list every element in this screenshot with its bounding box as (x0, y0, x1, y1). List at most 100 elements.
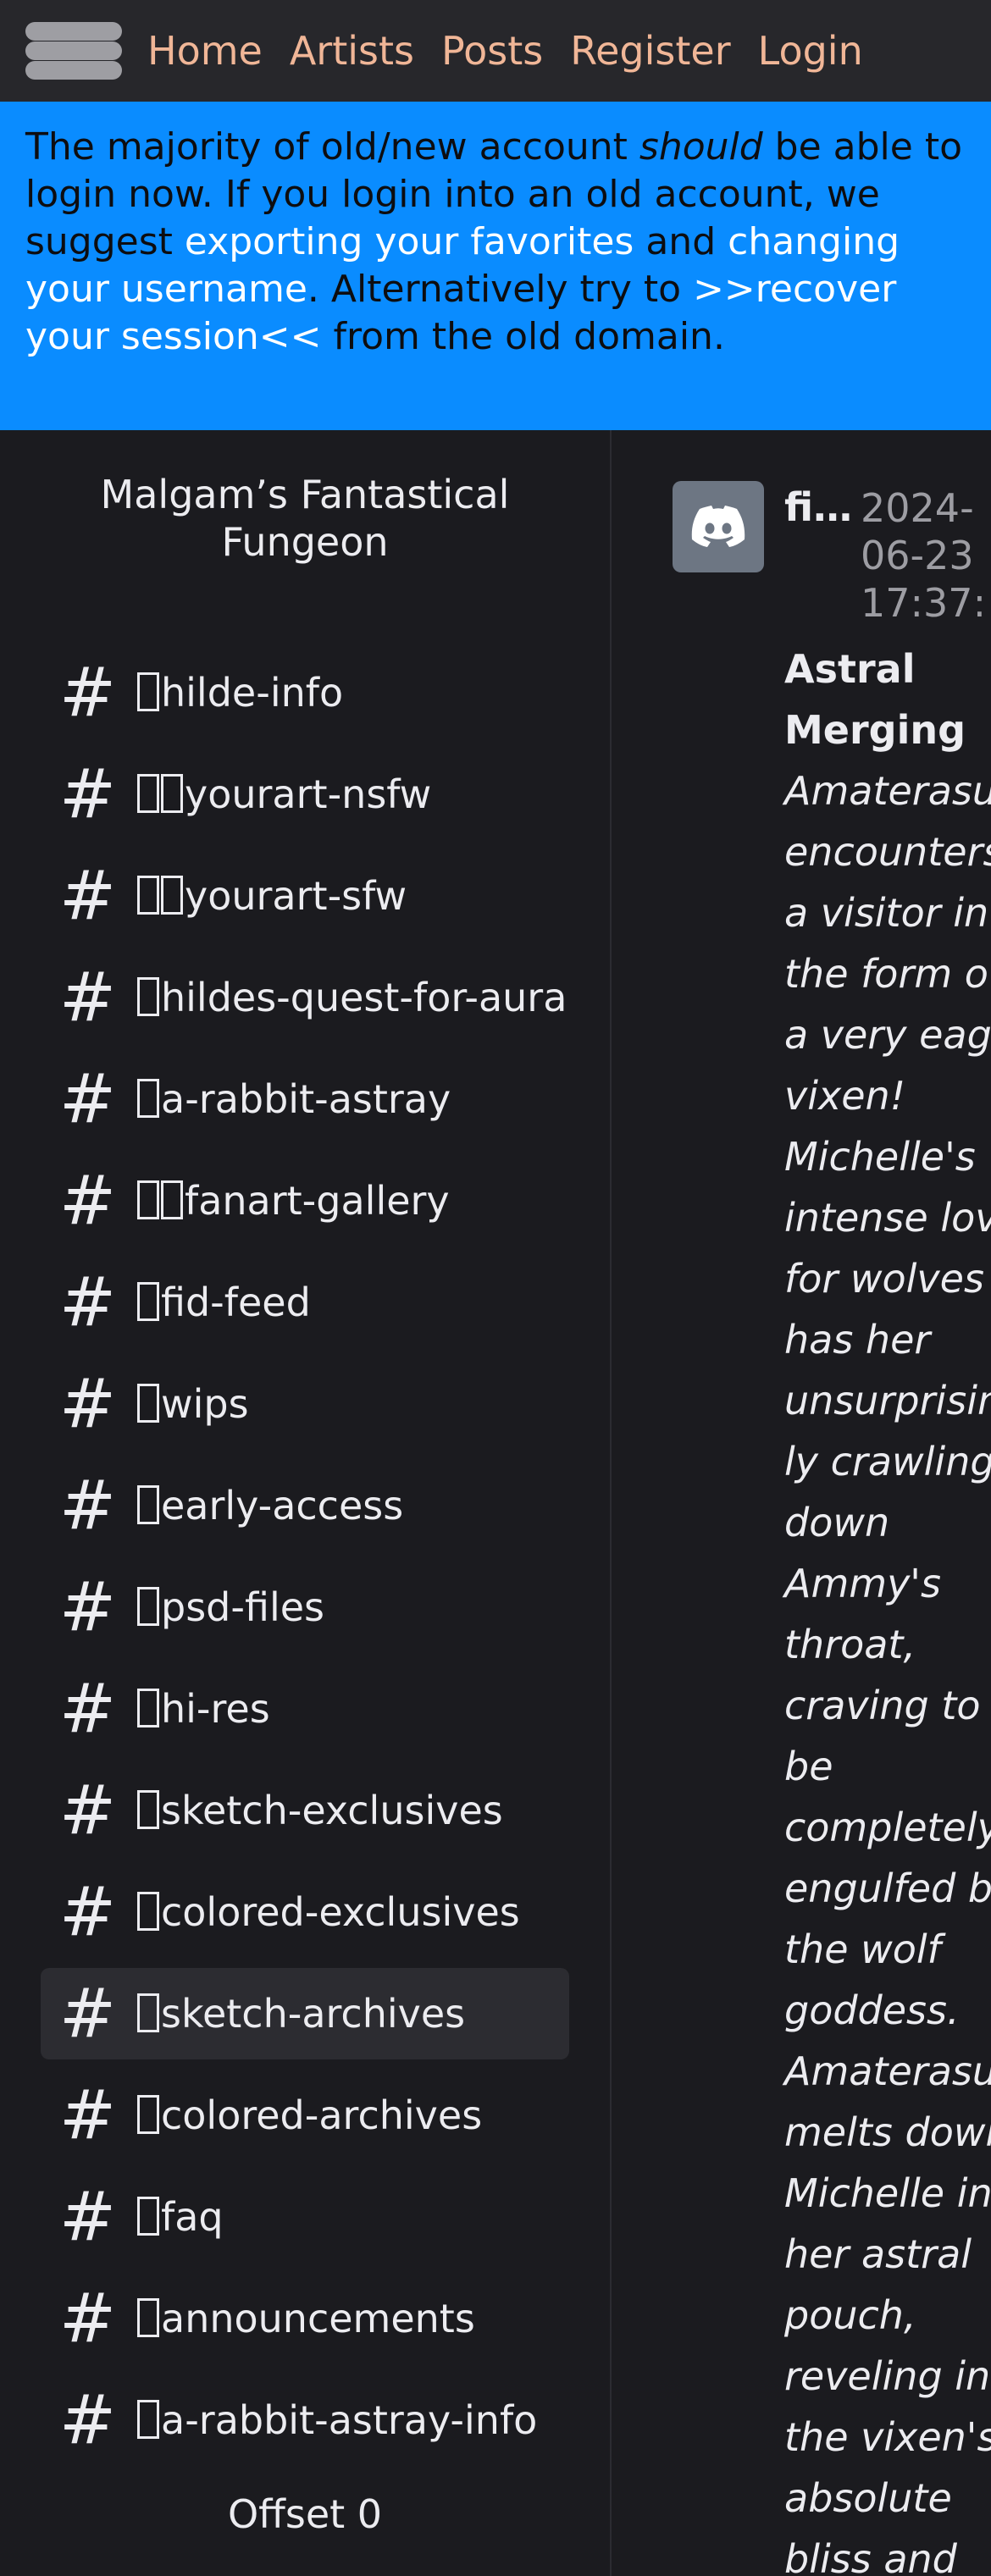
channel-label: wips (161, 1381, 249, 1427)
channel-item[interactable]: # hildes-quest-for-aura (41, 952, 569, 1043)
post-text-line: bliss and (784, 2536, 957, 2576)
export-favorites-link[interactable]: exporting your favorites (185, 220, 634, 263)
post-text-line: down (784, 1500, 890, 1545)
channel-label: colored-exclusives (161, 1889, 520, 1935)
post-panel: fi... 2024-06-23 17:37: Astral Merging A… (612, 430, 991, 2576)
post-timestamp: 2024-06-23 17:37: (861, 485, 987, 626)
nav-links: Home Artists Posts Register Login (147, 28, 890, 74)
missing-glyph-icon (137, 2197, 159, 2236)
channel-hash-icon: # (59, 856, 117, 935)
channel-label: hi-res (161, 1686, 270, 1732)
hamburger-menu-icon[interactable] (25, 12, 122, 90)
channel-item[interactable]: # fid-feed (41, 1257, 569, 1348)
channel-name: a-rabbit-astray-info (137, 2397, 537, 2443)
discord-logo-icon (673, 481, 764, 572)
channel-hash-icon: # (59, 653, 117, 732)
channel-name: colored-archives (137, 2092, 482, 2138)
nav-link-home[interactable]: Home (147, 28, 263, 74)
channel-name: sketch-exclusives (137, 1788, 503, 1833)
channel-hash-icon: # (59, 958, 117, 1036)
channel-label: announcements (161, 2296, 475, 2341)
missing-glyph-icon (161, 774, 183, 813)
channel-label: yourart-nsfw (185, 771, 432, 817)
post-text-line: pouch, (784, 2292, 916, 2338)
post-text-line: reveling in (784, 2353, 991, 2399)
channel-hash-icon: # (59, 1567, 117, 1646)
post-text-line: Michelle's (784, 1134, 976, 1180)
missing-glyph-icon (137, 2298, 159, 2337)
channel-name: faq (137, 2194, 224, 2240)
post-text-line: vixen! (784, 1073, 906, 1119)
missing-glyph-icon (137, 1079, 159, 1118)
post-author[interactable]: fi... (784, 484, 854, 530)
channel-name: yourart-sfw (137, 873, 407, 919)
channel-item[interactable]: # early-access (41, 1460, 569, 1551)
missing-glyph-icon (137, 1689, 159, 1727)
missing-glyph-icon (137, 1384, 159, 1423)
channel-item[interactable]: # colored-archives (41, 2070, 569, 2161)
post-text-line: ly crawling (784, 1439, 991, 1484)
server-name: Malgam’s Fantastical Fungeon (100, 472, 510, 565)
missing-glyph-icon (137, 1993, 159, 2032)
channel-item[interactable]: # yourart-sfw (41, 850, 569, 942)
channel-name: sketch-archives (137, 1991, 465, 2037)
banner-text: . Alternatively try to (307, 268, 694, 311)
post-text-line: Ammy's (784, 1561, 941, 1606)
banner-text: and (634, 220, 728, 263)
channel-label: a-rabbit-astray (161, 1076, 451, 1122)
channel-label: fanart-gallery (185, 1178, 450, 1224)
channel-label: faq (161, 2194, 224, 2240)
channel-hash-icon: # (59, 1466, 117, 1545)
channel-item[interactable]: # sketch-exclusives (41, 1765, 569, 1856)
channel-name: psd-files (137, 1584, 324, 1630)
channel-name: fid-feed (137, 1280, 311, 1325)
post-text-line: Amaterasu (784, 768, 991, 814)
post-text-line: melts down (784, 2109, 991, 2155)
post-text: Amaterasu encounters a visitor in the form … (784, 760, 991, 2576)
channel-hash-icon: # (59, 755, 117, 833)
missing-glyph-icon (137, 977, 159, 1016)
post-text-line: the vixen's (784, 2414, 991, 2460)
channel-name: wips (137, 1381, 249, 1427)
nav-link-posts[interactable]: Posts (441, 28, 543, 74)
post-text-line: a very eager (784, 1012, 991, 1058)
channel-item[interactable]: # a-rabbit-astray-info (41, 2374, 569, 2466)
channel-name: fanart-gallery (137, 1178, 450, 1224)
channel-item[interactable]: # yourart-nsfw (41, 749, 569, 840)
banner-emphasis: should (639, 125, 763, 169)
channel-hash-icon: # (59, 1669, 117, 1748)
channel-item[interactable]: # hi-res (41, 1663, 569, 1755)
channel-item[interactable]: # psd-files (41, 1562, 569, 1653)
nav-link-register[interactable]: Register (570, 28, 730, 74)
channel-item[interactable]: # faq (41, 2171, 569, 2263)
channel-item[interactable]: # sketch-archives (41, 1968, 569, 2059)
channel-name: a-rabbit-astray (137, 1076, 451, 1122)
channel-label: hildes-quest-for-aura (161, 975, 567, 1020)
post-text-line: the wolf (784, 1926, 941, 1972)
post-text-line: goddess. (784, 1987, 960, 2033)
channel-hash-icon: # (59, 1364, 117, 1443)
post-text-line: the form of (784, 951, 991, 997)
channel-item[interactable]: # colored-exclusives (41, 1866, 569, 1958)
post-text-line: engulfed by (784, 1866, 991, 1911)
nav-link-login[interactable]: Login (758, 28, 863, 74)
menu-bar (25, 22, 122, 41)
channel-label: yourart-sfw (185, 873, 407, 919)
channel-hash-icon: # (59, 1263, 117, 1341)
channel-name: announcements (137, 2296, 475, 2341)
missing-glyph-icon (137, 1790, 159, 1829)
channel-item[interactable]: # announcements (41, 2273, 569, 2364)
channel-label: hilde-info (161, 670, 344, 716)
channel-item[interactable]: # fanart-gallery (41, 1155, 569, 1247)
channel-item[interactable]: # wips (41, 1358, 569, 1450)
channel-hash-icon: # (59, 1161, 117, 1240)
missing-glyph-icon (137, 2095, 159, 2134)
missing-glyph-icon (137, 1282, 159, 1321)
channel-label: fid-feed (161, 1280, 311, 1325)
channel-label: early-access (161, 1483, 404, 1528)
channel-item[interactable]: # a-rabbit-astray (41, 1053, 569, 1145)
missing-glyph-icon (137, 2400, 159, 2439)
nav-link-artists[interactable]: Artists (290, 28, 414, 74)
channel-item[interactable]: # hilde-info (41, 647, 569, 738)
menu-bar (25, 41, 122, 60)
